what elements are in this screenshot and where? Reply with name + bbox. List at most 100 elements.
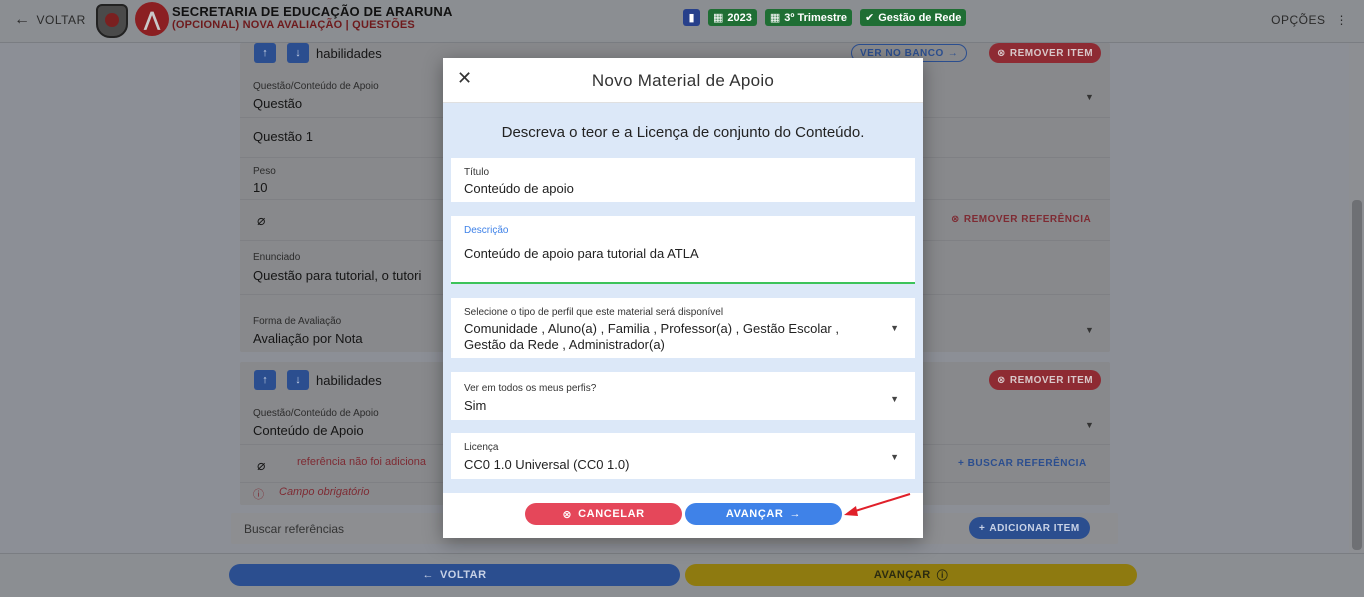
titulo-label: Título bbox=[464, 167, 490, 178]
chip-term-label: 3º Trimestre bbox=[784, 11, 848, 24]
close-circle-icon: ⊗ bbox=[562, 508, 573, 521]
calendar-icon: ▦ bbox=[713, 12, 724, 24]
scrollbar-thumb[interactable] bbox=[1352, 200, 1362, 550]
chart-icon[interactable]: ▮ bbox=[683, 9, 700, 26]
descricao-label: Descrição bbox=[464, 225, 509, 236]
bottom-next-label: AVANÇAR bbox=[873, 569, 931, 581]
remover-item-label: REMOVER ITEM bbox=[1009, 47, 1094, 59]
chip-year-label: 2023 bbox=[727, 11, 752, 24]
perfil-label: Selecione o tipo de perfil que este mate… bbox=[464, 307, 724, 318]
add-item-button[interactable]: + ADICIONAR ITEM bbox=[969, 517, 1090, 539]
chevron-down-icon: ▼ bbox=[890, 323, 899, 333]
peso-label: Peso bbox=[253, 166, 276, 177]
licenca-value: CC0 1.0 Universal (CC0 1.0) bbox=[464, 457, 630, 472]
bottom-back-label: VOLTAR bbox=[439, 569, 487, 581]
close-circle-icon: ⊗ bbox=[997, 374, 1006, 386]
back-button[interactable]: ← VOLTAR bbox=[14, 11, 86, 29]
arrow-left-icon: ← bbox=[422, 569, 434, 581]
plus-icon: + bbox=[958, 458, 965, 469]
bottom-back-button[interactable]: ← VOLTAR bbox=[229, 564, 680, 586]
habilidades-label: habilidades bbox=[316, 373, 382, 388]
plus-icon: + bbox=[979, 522, 986, 534]
arrow-right-icon: → bbox=[947, 47, 959, 59]
calendar-icon: ▦ bbox=[769, 12, 781, 24]
remover-referencia-button[interactable]: ⊗ REMOVER REFERÊNCIA bbox=[951, 214, 1091, 225]
search-references-input[interactable]: Buscar referências bbox=[244, 522, 344, 536]
perfil-select[interactable]: Selecione o tipo de perfil que este mate… bbox=[451, 298, 915, 358]
check-circle-icon: ✔ bbox=[865, 12, 875, 24]
buscar-referencia-button[interactable]: + BUSCAR REFERÊNCIA bbox=[958, 458, 1087, 469]
titulo-value: Conteúdo de apoio bbox=[464, 181, 574, 196]
remover-item-label: REMOVER ITEM bbox=[1009, 374, 1094, 386]
move-down-button[interactable]: ↓ bbox=[287, 43, 309, 63]
questao-label: Questão/Conteúdo de Apoio bbox=[253, 81, 379, 92]
licenca-select[interactable]: Licença CC0 1.0 Universal (CC0 1.0) ▼ bbox=[451, 433, 915, 479]
org-subtitle: (OPCIONAL) NOVA AVALIAÇÃO | QUESTÕES bbox=[172, 19, 415, 31]
dialog-subtitle: Descreva o teor e a Licença de conjunto … bbox=[501, 124, 865, 141]
remover-item-button[interactable]: ⊗ REMOVER ITEM bbox=[989, 43, 1102, 63]
options-menu[interactable]: OPÇÕES ⋮ bbox=[1271, 13, 1348, 27]
chevron-down-icon: ▼ bbox=[1085, 325, 1094, 335]
chevron-down-icon: ▼ bbox=[1085, 420, 1094, 430]
alert-circle-icon: ⓘ bbox=[253, 489, 264, 501]
chip-scope[interactable]: ✔ Gestão de Rede bbox=[860, 9, 967, 26]
ver-todos-select[interactable]: Ver em todos os meus perfis? Sim ▼ bbox=[451, 372, 915, 420]
ver-no-banco-label: VER NO BANCO bbox=[860, 47, 944, 59]
chip-year[interactable]: ▦ 2023 bbox=[708, 9, 757, 26]
questao-value: Conteúdo de Apoio bbox=[253, 423, 364, 438]
dialog-header: ✕ Novo Material de Apoio bbox=[443, 58, 923, 103]
enunciado-value: Questão para tutorial, o tutori bbox=[253, 268, 422, 283]
options-label: OPÇÕES bbox=[1271, 13, 1326, 27]
arrow-left-icon: ← bbox=[14, 11, 31, 28]
required-message: Campo obrigatório bbox=[279, 486, 370, 498]
peso-value: 10 bbox=[253, 180, 268, 195]
bottom-bar bbox=[0, 553, 1364, 597]
org-title: SECRETARIA DE EDUCAÇÃO DE ARARUNA bbox=[172, 4, 453, 19]
bottom-next-button[interactable]: AVANÇAR ⓘ bbox=[685, 564, 1137, 586]
descricao-field[interactable]: Descrição Conteúdo de apoio para tutoria… bbox=[451, 216, 915, 284]
dialog-footer: ⊗ CANCELAR AVANÇAR → bbox=[443, 493, 923, 538]
close-circle-icon: ⊗ bbox=[997, 47, 1006, 59]
city-crest-logo bbox=[96, 4, 128, 38]
app-logo: ⋀ bbox=[135, 2, 169, 36]
add-item-label: ADICIONAR ITEM bbox=[989, 522, 1080, 534]
new-support-material-dialog: ✕ Novo Material de Apoio Descreva o teor… bbox=[443, 58, 923, 538]
remover-item-button[interactable]: ⊗ REMOVER ITEM bbox=[989, 370, 1102, 390]
kebab-menu-icon: ⋮ bbox=[1335, 13, 1348, 27]
forma-label: Forma de Avaliação bbox=[253, 316, 342, 327]
next-label: AVANÇAR bbox=[725, 508, 784, 520]
ver-todos-value: Sim bbox=[464, 398, 487, 413]
cancel-label: CANCELAR bbox=[578, 508, 645, 520]
ver-todos-label: Ver em todos os meus perfis? bbox=[464, 383, 597, 394]
chip-scope-label: Gestão de Rede bbox=[878, 11, 962, 24]
dialog-title: Novo Material de Apoio bbox=[591, 71, 775, 90]
forma-value: Avaliação por Nota bbox=[253, 331, 363, 346]
chip-term[interactable]: ▦ 3º Trimestre bbox=[764, 9, 853, 26]
arrow-right-icon: → bbox=[789, 508, 802, 520]
remover-referencia-label: REMOVER REFERÊNCIA bbox=[963, 214, 1092, 225]
dialog-body: Descreva o teor e a Licença de conjunto … bbox=[443, 103, 923, 493]
licenca-label: Licença bbox=[464, 442, 499, 453]
info-circle-icon: ⓘ bbox=[936, 570, 949, 582]
buscar-referencia-label: BUSCAR REFERÊNCIA bbox=[967, 458, 1087, 469]
paperclip-icon: ⌀ bbox=[257, 457, 266, 473]
move-up-button[interactable]: ↑ bbox=[254, 370, 276, 390]
habilidades-label: habilidades bbox=[316, 46, 382, 61]
move-down-button[interactable]: ↓ bbox=[287, 370, 309, 390]
move-up-button[interactable]: ↑ bbox=[254, 43, 276, 63]
cancel-button[interactable]: ⊗ CANCELAR bbox=[525, 503, 682, 525]
questao-name-value: Questão 1 bbox=[253, 129, 313, 144]
perfil-value-line1: Comunidade , Aluno(a) , Familia , Profes… bbox=[464, 321, 839, 336]
titulo-field[interactable]: Título Conteúdo de apoio bbox=[451, 158, 915, 202]
questao-label: Questão/Conteúdo de Apoio bbox=[253, 408, 379, 419]
enunciado-label: Enunciado bbox=[253, 252, 301, 263]
next-button[interactable]: AVANÇAR → bbox=[685, 503, 842, 525]
chevron-down-icon: ▼ bbox=[890, 394, 899, 404]
top-bar: ← VOLTAR ⋀ SECRETARIA DE EDUCAÇÃO DE ARA… bbox=[0, 0, 1364, 43]
chevron-down-icon: ▼ bbox=[890, 452, 899, 462]
context-chips: ▮ ▦ 2023 ▦ 3º Trimestre ✔ Gestão de Rede bbox=[683, 9, 967, 26]
reference-warning: referência não foi adiciona bbox=[297, 456, 427, 468]
descricao-value: Conteúdo de apoio para tutorial da ATLA bbox=[464, 246, 699, 261]
back-label: VOLTAR bbox=[36, 13, 86, 27]
paperclip-icon: ⌀ bbox=[257, 212, 266, 228]
